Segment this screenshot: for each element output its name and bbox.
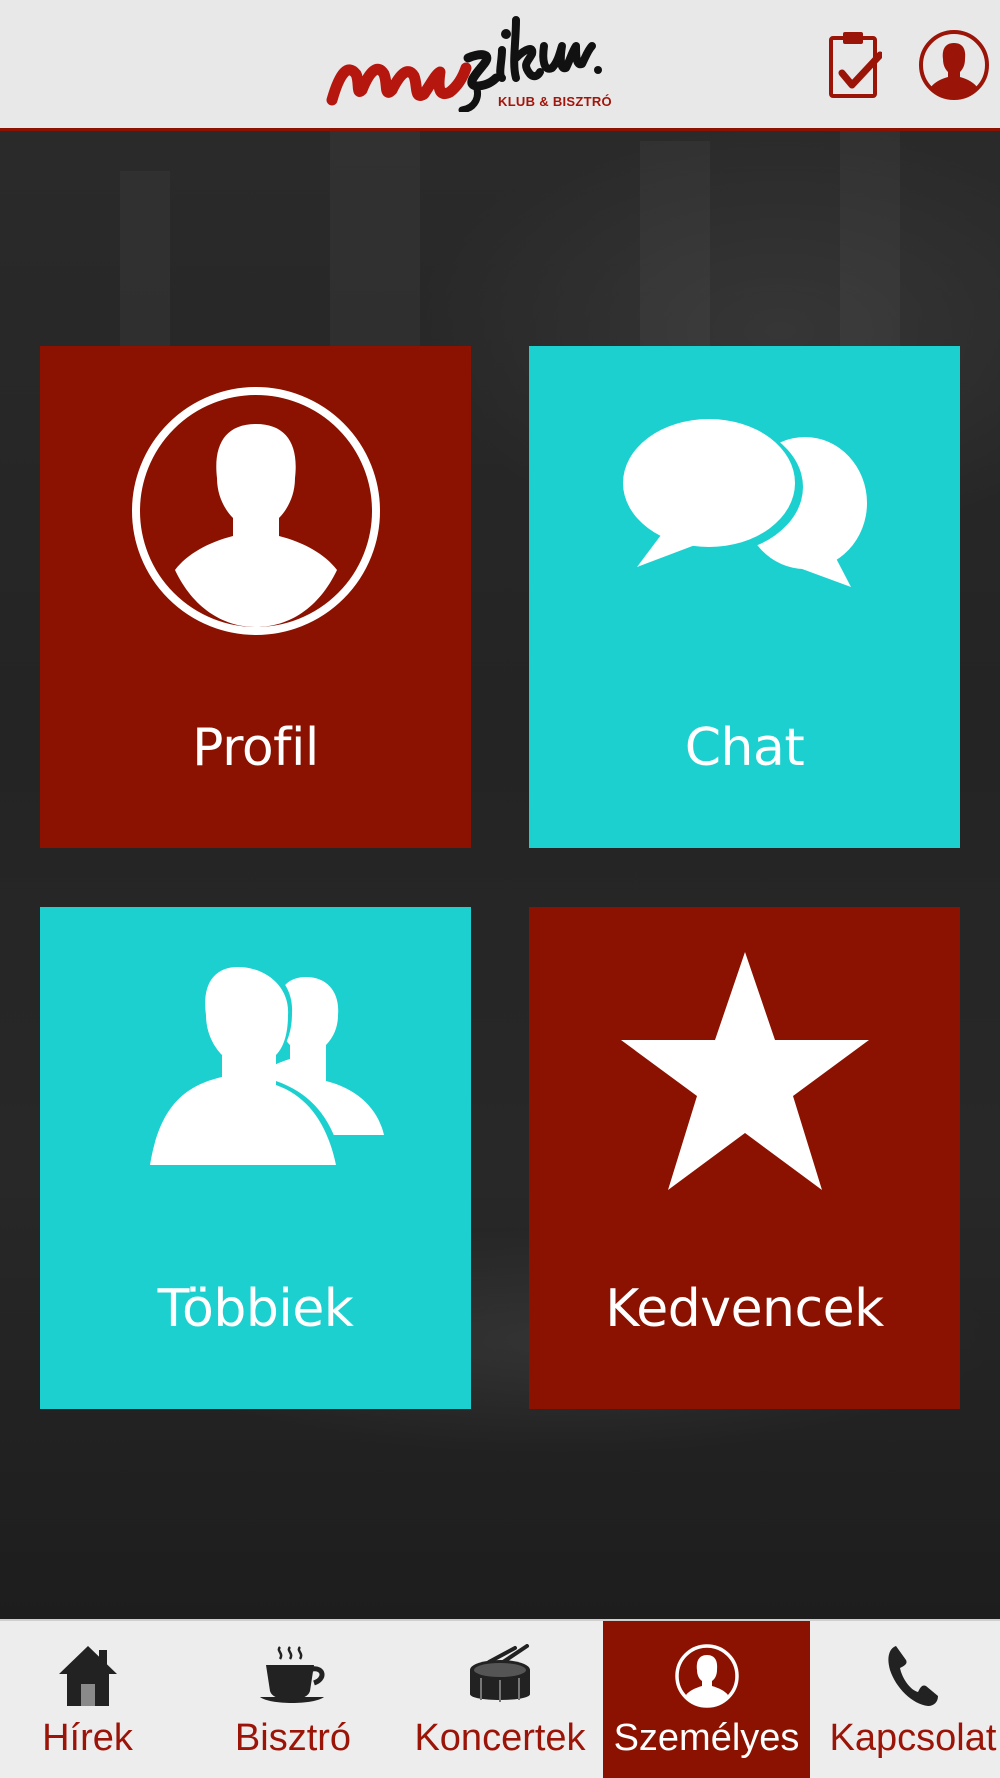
nav-item-kapcsolat[interactable]: Kapcsolat: [826, 1621, 1000, 1778]
users-icon: [143, 961, 384, 1171]
drum-icon: [470, 1644, 530, 1702]
top-bar: KLUB & BISZTRÓ: [0, 0, 1000, 131]
coffee-cup-icon: [260, 1646, 325, 1703]
checklist-button[interactable]: [818, 28, 892, 102]
logo-subtitle: KLUB & BISZTRÓ: [498, 94, 612, 109]
bottom-navigation: Hírek Bisztró Koncertek Személyes Kapcso…: [0, 1619, 1000, 1778]
nav-item-hirek[interactable]: Hírek: [0, 1621, 175, 1778]
tile-kedvencek[interactable]: Kedvencek: [529, 907, 960, 1409]
clipboard-check-icon: [829, 32, 882, 98]
tile-profil[interactable]: Profil: [40, 346, 471, 848]
nav-item-hirek-label: Hírek: [42, 1717, 133, 1759]
phone-icon: [888, 1646, 938, 1706]
header-profile-button[interactable]: [917, 28, 991, 102]
nav-item-koncertek[interactable]: Koncertek: [405, 1621, 595, 1778]
tile-profil-label: Profil: [192, 718, 319, 778]
muzikum-logo[interactable]: KLUB & BISZTRÓ: [326, 12, 612, 120]
nav-item-bisztro-label: Bisztró: [234, 1717, 352, 1759]
nav-item-bisztro[interactable]: Bisztró: [198, 1621, 388, 1778]
tile-kedvencek-label: Kedvencek: [605, 1279, 884, 1339]
home-icon: [58, 1646, 117, 1706]
nav-item-szemelyes-label: Személyes: [613, 1717, 800, 1759]
tile-chat[interactable]: Chat: [529, 346, 960, 848]
nav-item-kapcsolat-label: Kapcsolat: [829, 1717, 997, 1759]
nav-item-koncertek-label: Koncertek: [414, 1717, 586, 1759]
chat-bubbles-icon: [614, 419, 867, 587]
user-circle-icon: [919, 30, 989, 100]
tile-chat-label: Chat: [684, 718, 805, 778]
user-circle-icon: [131, 387, 380, 635]
nav-item-szemelyes[interactable]: Személyes: [603, 1621, 810, 1778]
tile-tobbiek[interactable]: Többiek: [40, 907, 471, 1409]
user-circle-icon: [674, 1644, 739, 1708]
app-screen: KLUB & BISZTRÓ Profil Chat Többiek Kedve…: [0, 0, 1000, 1778]
tile-tobbiek-label: Többiek: [157, 1279, 354, 1339]
star-icon: [620, 952, 869, 1190]
